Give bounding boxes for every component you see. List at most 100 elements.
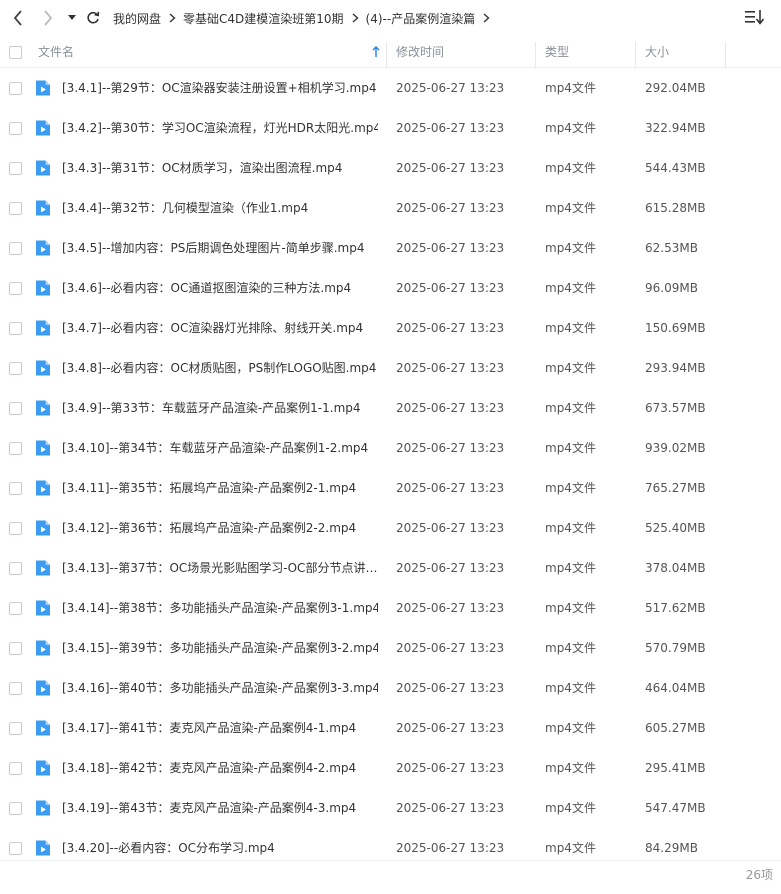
row-checkbox[interactable] xyxy=(9,442,22,455)
row-checkbox[interactable] xyxy=(9,562,22,575)
file-modified-time: 2025-06-27 13:23 xyxy=(396,561,505,575)
file-row[interactable]: [3.4.12]--第36节：拓展坞产品渲染-产品案例2-2.mp4 2025-0… xyxy=(0,508,781,548)
file-name[interactable]: [3.4.13]--第37节：OC场景光影贴图学习-OC部分节点讲… xyxy=(62,548,378,588)
file-modified-time: 2025-06-27 13:23 xyxy=(396,841,505,855)
file-modified-time: 2025-06-27 13:23 xyxy=(396,361,505,375)
row-checkbox[interactable] xyxy=(9,522,22,535)
breadcrumb-item-root[interactable]: 我的网盘 xyxy=(113,10,161,27)
file-row[interactable]: [3.4.16]--第40节：多功能插头产品渲染-产品案例3-3.mp4 2025… xyxy=(0,668,781,708)
select-all-checkbox[interactable] xyxy=(9,46,22,59)
file-type: mp4文件 xyxy=(545,561,596,575)
file-size: 605.27MB xyxy=(645,721,706,735)
video-file-icon xyxy=(34,519,52,537)
file-row[interactable]: [3.4.5]--增加内容：PS后期调色处理图片-简单步骤.mp4 2025-06… xyxy=(0,228,781,268)
row-checkbox[interactable] xyxy=(9,642,22,655)
file-size: 292.04MB xyxy=(645,81,706,95)
column-size-header[interactable]: 大小 xyxy=(645,36,715,68)
file-name[interactable]: [3.4.15]--第39节：多功能插头产品渲染-产品案例3-2.mp4 xyxy=(62,628,378,668)
refresh-button[interactable] xyxy=(83,8,103,28)
row-checkbox[interactable] xyxy=(9,602,22,615)
row-checkbox[interactable] xyxy=(9,682,22,695)
file-name[interactable]: [3.4.18]--第42节：麦克风产品渲染-产品案例4-2.mp4 xyxy=(62,748,378,788)
file-size: 62.53MB xyxy=(645,241,698,255)
file-name[interactable]: [3.4.10]--第34节：车载蓝牙产品渲染-产品案例1-2.mp4 xyxy=(62,428,378,468)
file-size: 517.62MB xyxy=(645,601,706,615)
column-type-header[interactable]: 类型 xyxy=(545,36,625,68)
file-row[interactable]: [3.4.17]--第41节：麦克风产品渲染-产品案例4-1.mp4 2025-0… xyxy=(0,708,781,748)
file-size: 547.47MB xyxy=(645,801,706,815)
file-row[interactable]: [3.4.11]--第35节：拓展坞产品渲染-产品案例2-1.mp4 2025-0… xyxy=(0,468,781,508)
file-row[interactable]: [3.4.15]--第39节：多功能插头产品渲染-产品案例3-2.mp4 2025… xyxy=(0,628,781,668)
file-type: mp4文件 xyxy=(545,481,596,495)
file-row[interactable]: [3.4.4]--第32节：几何模型渲染（作业1.mp4 2025-06-27 1… xyxy=(0,188,781,228)
file-type: mp4文件 xyxy=(545,241,596,255)
file-name[interactable]: [3.4.1]--第29节：OC渲染器安装注册设置+相机学习.mp4 xyxy=(62,68,378,108)
file-row[interactable]: [3.4.13]--第37节：OC场景光影贴图学习-OC部分节点讲… 2025-0… xyxy=(0,548,781,588)
row-checkbox[interactable] xyxy=(9,242,22,255)
history-dropdown-button[interactable] xyxy=(62,8,82,28)
file-name[interactable]: [3.4.8]--必看内容：OC材质贴图，PS制作LOGO贴图.mp4 xyxy=(62,348,378,388)
column-name-header[interactable]: 文件名 xyxy=(38,36,368,68)
file-row[interactable]: [3.4.2]--第30节：学习OC渲染流程，灯光HDR太阳光.mp4 2025-… xyxy=(0,108,781,148)
row-checkbox[interactable] xyxy=(9,362,22,375)
file-row[interactable]: [3.4.7]--必看内容：OC渲染器灯光排除、射线开关.mp4 2025-06-… xyxy=(0,308,781,348)
row-checkbox[interactable] xyxy=(9,322,22,335)
row-checkbox[interactable] xyxy=(9,162,22,175)
file-row[interactable]: [3.4.10]--第34节：车载蓝牙产品渲染-产品案例1-2.mp4 2025-… xyxy=(0,428,781,468)
file-row[interactable]: [3.4.9]--第33节：车载蓝牙产品渲染-产品案例1-1.mp4 2025-0… xyxy=(0,388,781,428)
file-modified-time: 2025-06-27 13:23 xyxy=(396,601,505,615)
file-name[interactable]: [3.4.9]--第33节：车载蓝牙产品渲染-产品案例1-1.mp4 xyxy=(62,388,378,428)
file-name[interactable]: [3.4.14]--第38节：多功能插头产品渲染-产品案例3-1.mp4 xyxy=(62,588,378,628)
row-checkbox[interactable] xyxy=(9,82,22,95)
breadcrumb: 我的网盘 零基础C4D建模渲染班第10期 (4)--产品案例渲染篇 xyxy=(113,0,497,36)
file-modified-time: 2025-06-27 13:23 xyxy=(396,721,505,735)
file-name[interactable]: [3.4.16]--第40节：多功能插头产品渲染-产品案例3-3.mp4 xyxy=(62,668,378,708)
file-name[interactable]: [3.4.17]--第41节：麦克风产品渲染-产品案例4-1.mp4 xyxy=(62,708,378,748)
file-row[interactable]: [3.4.8]--必看内容：OC材质贴图，PS制作LOGO贴图.mp4 2025-… xyxy=(0,348,781,388)
file-name[interactable]: [3.4.12]--第36节：拓展坞产品渲染-产品案例2-2.mp4 xyxy=(62,508,378,548)
file-modified-time: 2025-06-27 13:23 xyxy=(396,281,505,295)
file-name[interactable]: [3.4.7]--必看内容：OC渲染器灯光排除、射线开关.mp4 xyxy=(62,308,378,348)
file-row[interactable]: [3.4.19]--第43节：麦克风产品渲染-产品案例4-3.mp4 2025-0… xyxy=(0,788,781,828)
file-row[interactable]: [3.4.6]--必看内容：OC通道抠图渲染的三种方法.mp4 2025-06-2… xyxy=(0,268,781,308)
row-checkbox[interactable] xyxy=(9,802,22,815)
forward-button[interactable] xyxy=(38,8,58,28)
breadcrumb-item-course[interactable]: 零基础C4D建模渲染班第10期 xyxy=(183,10,344,27)
file-row[interactable]: [3.4.18]--第42节：麦克风产品渲染-产品案例4-2.mp4 2025-0… xyxy=(0,748,781,788)
file-row[interactable]: [3.4.1]--第29节：OC渲染器安装注册设置+相机学习.mp4 2025-0… xyxy=(0,68,781,108)
breadcrumb-item-current[interactable]: (4)--产品案例渲染篇 xyxy=(366,10,476,27)
file-name[interactable]: [3.4.4]--第32节：几何模型渲染（作业1.mp4 xyxy=(62,188,378,228)
file-name[interactable]: [3.4.20]--必看内容：OC分布学习.mp4 xyxy=(62,828,378,868)
file-row[interactable]: [3.4.14]--第38节：多功能插头产品渲染-产品案例3-1.mp4 2025… xyxy=(0,588,781,628)
file-name[interactable]: [3.4.3]--第31节：OC材质学习，渲染出图流程.mp4 xyxy=(62,148,378,188)
back-button[interactable] xyxy=(8,8,28,28)
file-name[interactable]: [3.4.6]--必看内容：OC通道抠图渲染的三种方法.mp4 xyxy=(62,268,378,308)
row-checkbox[interactable] xyxy=(9,842,22,855)
row-checkbox[interactable] xyxy=(9,482,22,495)
sort-list-icon xyxy=(745,10,765,25)
video-file-icon xyxy=(34,399,52,417)
column-divider[interactable] xyxy=(725,42,726,68)
column-divider[interactable] xyxy=(635,42,636,68)
column-modified-header[interactable]: 修改时间 xyxy=(396,36,526,68)
row-checkbox[interactable] xyxy=(9,202,22,215)
file-row[interactable]: [3.4.20]--必看内容：OC分布学习.mp4 2025-06-27 13:2… xyxy=(0,828,781,868)
column-divider[interactable] xyxy=(535,42,536,68)
file-name[interactable]: [3.4.2]--第30节：学习OC渲染流程，灯光HDR太阳光.mp4 xyxy=(62,108,378,148)
column-divider[interactable] xyxy=(386,42,387,68)
column-header: 文件名 修改时间 类型 大小 xyxy=(0,36,781,68)
row-checkbox[interactable] xyxy=(9,402,22,415)
row-checkbox[interactable] xyxy=(9,762,22,775)
file-name[interactable]: [3.4.11]--第35节：拓展坞产品渲染-产品案例2-1.mp4 xyxy=(62,468,378,508)
row-checkbox[interactable] xyxy=(9,282,22,295)
video-file-icon xyxy=(34,439,52,457)
caret-down-icon xyxy=(68,15,76,20)
file-size: 150.69MB xyxy=(645,321,706,335)
file-name[interactable]: [3.4.5]--增加内容：PS后期调色处理图片-简单步骤.mp4 xyxy=(62,228,378,268)
file-row[interactable]: [3.4.3]--第31节：OC材质学习，渲染出图流程.mp4 2025-06-2… xyxy=(0,148,781,188)
sort-button[interactable] xyxy=(745,9,767,27)
row-checkbox[interactable] xyxy=(9,722,22,735)
file-size: 544.43MB xyxy=(645,161,706,175)
file-name[interactable]: [3.4.19]--第43节：麦克风产品渲染-产品案例4-3.mp4 xyxy=(62,788,378,828)
row-checkbox[interactable] xyxy=(9,122,22,135)
